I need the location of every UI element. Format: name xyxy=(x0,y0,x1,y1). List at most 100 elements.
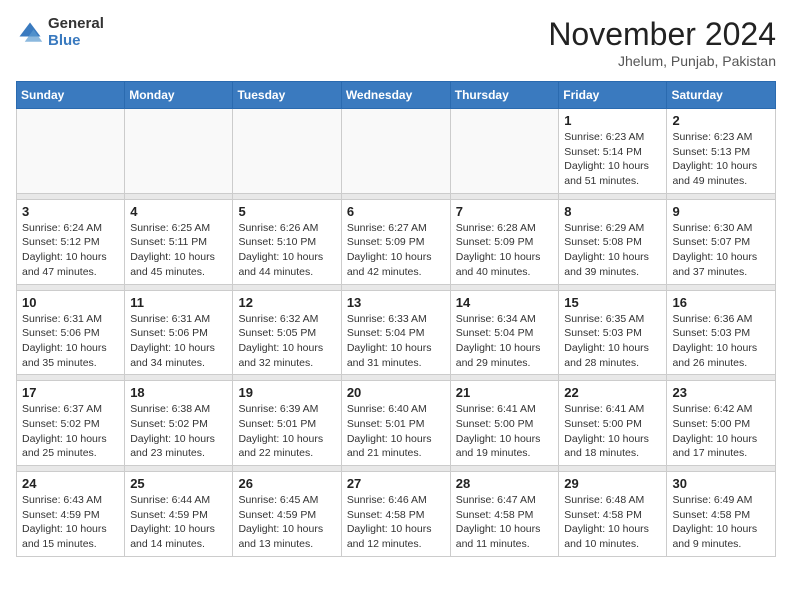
calendar-cell xyxy=(17,109,125,194)
calendar-cell: 2Sunrise: 6:23 AM Sunset: 5:13 PM Daylig… xyxy=(667,109,776,194)
day-info: Sunrise: 6:28 AM Sunset: 5:09 PM Dayligh… xyxy=(456,221,554,280)
calendar-cell: 8 Sunrise: 6:29 AM Sunset: 5:08 PM Daylig… xyxy=(559,199,667,284)
day-number: 9 xyxy=(672,204,770,219)
calendar-cell: 12 Sunrise: 6:32 AM Sunset: 5:05 PM Dayli… xyxy=(233,290,341,375)
day-number: 7 xyxy=(456,204,554,219)
logo-blue-text: Blue xyxy=(48,33,104,50)
weekday-header-thursday: Thursday xyxy=(450,82,559,109)
calendar-cell xyxy=(341,109,450,194)
day-number: 25 xyxy=(130,476,227,491)
day-info: Sunrise: 6:32 AM Sunset: 5:05 PM Dayligh… xyxy=(238,312,335,371)
calendar-cell: 5 Sunrise: 6:26 AM Sunset: 5:10 PM Daylig… xyxy=(233,199,341,284)
day-info: Sunrise: 6:37 AM Sunset: 5:02 PM Dayligh… xyxy=(22,402,119,461)
day-number: 18 xyxy=(130,385,227,400)
calendar-cell: 20 Sunrise: 6:40 AM Sunset: 5:01 PM Dayli… xyxy=(341,381,450,466)
day-number: 20 xyxy=(347,385,445,400)
calendar-cell xyxy=(450,109,559,194)
calendar-cell: 1 Sunrise: 6:23 AM Sunset: 5:14 PM Daylig… xyxy=(559,109,667,194)
calendar-cell: 24 Sunrise: 6:43 AM Sunset: 4:59 PM Dayli… xyxy=(17,472,125,557)
day-number: 1 xyxy=(564,113,661,128)
day-info: Sunrise: 6:23 AM Sunset: 5:14 PM Dayligh… xyxy=(564,130,661,189)
weekday-header-wednesday: Wednesday xyxy=(341,82,450,109)
calendar-cell: 3Sunrise: 6:24 AM Sunset: 5:12 PM Daylig… xyxy=(17,199,125,284)
day-number: 29 xyxy=(564,476,661,491)
day-info: Sunrise: 6:31 AM Sunset: 5:06 PM Dayligh… xyxy=(130,312,227,371)
day-info: Sunrise: 6:23 AM Sunset: 5:13 PM Dayligh… xyxy=(672,130,770,189)
day-number: 14 xyxy=(456,295,554,310)
location-subtitle: Jhelum, Punjab, Pakistan xyxy=(548,53,776,69)
day-info: Sunrise: 6:46 AM Sunset: 4:58 PM Dayligh… xyxy=(347,493,445,552)
day-number: 23 xyxy=(672,385,770,400)
day-info: Sunrise: 6:34 AM Sunset: 5:04 PM Dayligh… xyxy=(456,312,554,371)
calendar-week-row: 24 Sunrise: 6:43 AM Sunset: 4:59 PM Dayli… xyxy=(17,472,776,557)
page-header: General Blue November 2024 Jhelum, Punja… xyxy=(16,16,776,69)
logo: General Blue xyxy=(16,16,104,49)
day-number: 11 xyxy=(130,295,227,310)
calendar-week-row: 3Sunrise: 6:24 AM Sunset: 5:12 PM Daylig… xyxy=(17,199,776,284)
day-number: 26 xyxy=(238,476,335,491)
day-number: 15 xyxy=(564,295,661,310)
day-number: 10 xyxy=(22,295,119,310)
day-number: 6 xyxy=(347,204,445,219)
day-number: 30 xyxy=(672,476,770,491)
month-title: November 2024 xyxy=(548,16,776,53)
calendar-cell: 19Sunrise: 6:39 AM Sunset: 5:01 PM Dayli… xyxy=(233,381,341,466)
calendar-cell: 7 Sunrise: 6:28 AM Sunset: 5:09 PM Daylig… xyxy=(450,199,559,284)
calendar-week-row: 10 Sunrise: 6:31 AM Sunset: 5:06 PM Dayli… xyxy=(17,290,776,375)
calendar-week-row: 17 Sunrise: 6:37 AM Sunset: 5:02 PM Dayli… xyxy=(17,381,776,466)
day-info: Sunrise: 6:47 AM Sunset: 4:58 PM Dayligh… xyxy=(456,493,554,552)
day-info: Sunrise: 6:35 AM Sunset: 5:03 PM Dayligh… xyxy=(564,312,661,371)
day-info: Sunrise: 6:33 AM Sunset: 5:04 PM Dayligh… xyxy=(347,312,445,371)
day-info: Sunrise: 6:41 AM Sunset: 5:00 PM Dayligh… xyxy=(456,402,554,461)
day-number: 5 xyxy=(238,204,335,219)
day-info: Sunrise: 6:27 AM Sunset: 5:09 PM Dayligh… xyxy=(347,221,445,280)
calendar-cell: 26 Sunrise: 6:45 AM Sunset: 4:59 PM Dayli… xyxy=(233,472,341,557)
day-info: Sunrise: 6:45 AM Sunset: 4:59 PM Dayligh… xyxy=(238,493,335,552)
day-number: 13 xyxy=(347,295,445,310)
calendar-cell xyxy=(125,109,233,194)
calendar-week-row: 1 Sunrise: 6:23 AM Sunset: 5:14 PM Daylig… xyxy=(17,109,776,194)
day-info: Sunrise: 6:29 AM Sunset: 5:08 PM Dayligh… xyxy=(564,221,661,280)
day-info: Sunrise: 6:39 AM Sunset: 5:01 PM Dayligh… xyxy=(238,402,335,461)
day-info: Sunrise: 6:43 AM Sunset: 4:59 PM Dayligh… xyxy=(22,493,119,552)
weekday-header-sunday: Sunday xyxy=(17,82,125,109)
calendar-cell: 23 Sunrise: 6:42 AM Sunset: 5:00 PM Dayli… xyxy=(667,381,776,466)
calendar-cell: 10 Sunrise: 6:31 AM Sunset: 5:06 PM Dayli… xyxy=(17,290,125,375)
day-info: Sunrise: 6:48 AM Sunset: 4:58 PM Dayligh… xyxy=(564,493,661,552)
calendar-cell: 21 Sunrise: 6:41 AM Sunset: 5:00 PM Dayli… xyxy=(450,381,559,466)
day-number: 24 xyxy=(22,476,119,491)
day-number: 8 xyxy=(564,204,661,219)
weekday-header-row: SundayMondayTuesdayWednesdayThursdayFrid… xyxy=(17,82,776,109)
calendar-cell: 14 Sunrise: 6:34 AM Sunset: 5:04 PM Dayli… xyxy=(450,290,559,375)
calendar-cell: 27 Sunrise: 6:46 AM Sunset: 4:58 PM Dayli… xyxy=(341,472,450,557)
day-info: Sunrise: 6:40 AM Sunset: 5:01 PM Dayligh… xyxy=(347,402,445,461)
day-number: 21 xyxy=(456,385,554,400)
logo-icon xyxy=(16,19,44,47)
weekday-header-monday: Monday xyxy=(125,82,233,109)
day-info: Sunrise: 6:42 AM Sunset: 5:00 PM Dayligh… xyxy=(672,402,770,461)
day-info: Sunrise: 6:30 AM Sunset: 5:07 PM Dayligh… xyxy=(672,221,770,280)
day-number: 12 xyxy=(238,295,335,310)
day-info: Sunrise: 6:44 AM Sunset: 4:59 PM Dayligh… xyxy=(130,493,227,552)
calendar-cell: 13 Sunrise: 6:33 AM Sunset: 5:04 PM Dayli… xyxy=(341,290,450,375)
day-number: 4 xyxy=(130,204,227,219)
day-info: Sunrise: 6:31 AM Sunset: 5:06 PM Dayligh… xyxy=(22,312,119,371)
calendar-cell: 9 Sunrise: 6:30 AM Sunset: 5:07 PM Daylig… xyxy=(667,199,776,284)
day-number: 27 xyxy=(347,476,445,491)
day-info: Sunrise: 6:25 AM Sunset: 5:11 PM Dayligh… xyxy=(130,221,227,280)
day-info: Sunrise: 6:49 AM Sunset: 4:58 PM Dayligh… xyxy=(672,493,770,552)
calendar-cell: 30 Sunrise: 6:49 AM Sunset: 4:58 PM Dayli… xyxy=(667,472,776,557)
day-info: Sunrise: 6:26 AM Sunset: 5:10 PM Dayligh… xyxy=(238,221,335,280)
title-block: November 2024 Jhelum, Punjab, Pakistan xyxy=(548,16,776,69)
weekday-header-tuesday: Tuesday xyxy=(233,82,341,109)
calendar-cell: 17 Sunrise: 6:37 AM Sunset: 5:02 PM Dayli… xyxy=(17,381,125,466)
day-number: 17 xyxy=(22,385,119,400)
calendar-cell: 22Sunrise: 6:41 AM Sunset: 5:00 PM Dayli… xyxy=(559,381,667,466)
day-number: 16 xyxy=(672,295,770,310)
calendar-cell: 16 Sunrise: 6:36 AM Sunset: 5:03 PM Dayli… xyxy=(667,290,776,375)
calendar-cell: 25 Sunrise: 6:44 AM Sunset: 4:59 PM Dayli… xyxy=(125,472,233,557)
day-info: Sunrise: 6:36 AM Sunset: 5:03 PM Dayligh… xyxy=(672,312,770,371)
calendar-cell: 4 Sunrise: 6:25 AM Sunset: 5:11 PM Daylig… xyxy=(125,199,233,284)
day-info: Sunrise: 6:41 AM Sunset: 5:00 PM Dayligh… xyxy=(564,402,661,461)
logo-general-text: General xyxy=(48,16,104,33)
